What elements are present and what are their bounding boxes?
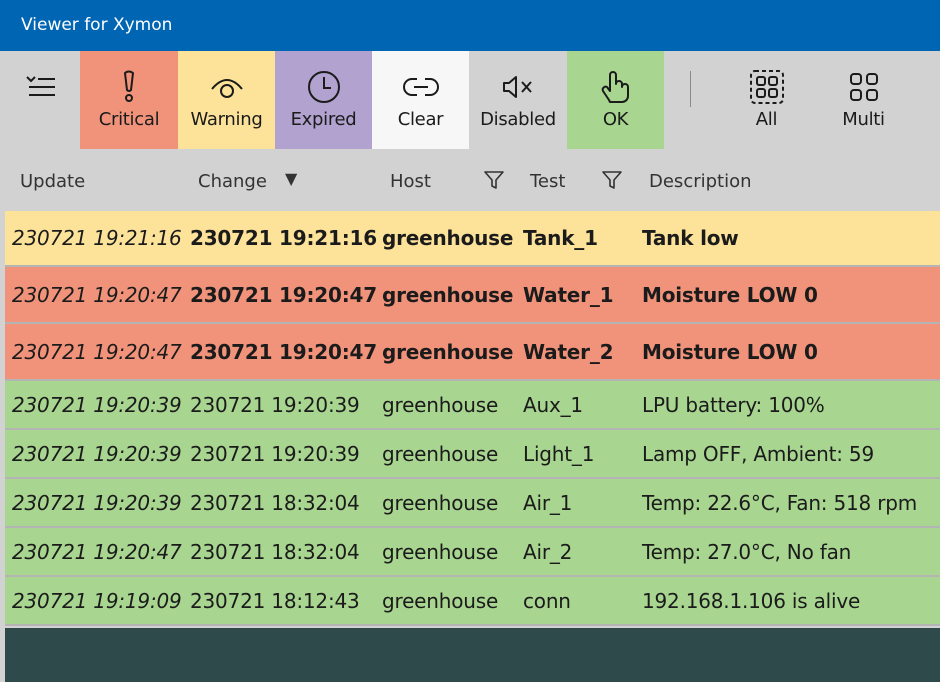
update-cell: 230721 19:21:16 <box>12 226 182 250</box>
toolbar-separator <box>690 71 691 107</box>
disabled-label: Disabled <box>480 109 556 130</box>
update-cell: 230721 19:20:39 <box>12 491 182 515</box>
filter-ok-button[interactable]: OK <box>567 51 664 149</box>
change-cell: 230721 18:32:04 <box>190 491 360 515</box>
description-cell: Moisture LOW 0 <box>642 283 818 307</box>
table-header: Update Change ▼ Host Test Description <box>0 149 940 209</box>
test-filter-icon[interactable] <box>601 169 623 191</box>
change-cell: 230721 19:21:16 <box>190 226 377 250</box>
test-cell: Air_1 <box>523 491 573 515</box>
link-icon <box>402 69 439 105</box>
description-cell: Tank low <box>642 226 739 250</box>
host-cell: greenhouse <box>382 540 499 564</box>
filter-expired-button[interactable]: Expired <box>275 51 372 149</box>
update-cell: 230721 19:19:09 <box>12 589 182 613</box>
host-cell: greenhouse <box>382 442 499 466</box>
title-bar: Viewer for Xymon <box>0 0 940 51</box>
table-row[interactable]: 230721 19:20:47 230721 19:20:47 greenhouse… <box>5 267 940 324</box>
update-cell: 230721 19:20:39 <box>12 393 182 417</box>
grid-dashed-icon <box>749 69 785 105</box>
change-cell: 230721 19:20:39 <box>190 393 360 417</box>
filter-warning-button[interactable]: Warning <box>178 51 275 149</box>
description-cell: LPU battery: 100% <box>642 393 825 417</box>
description-cell: Moisture LOW 0 <box>642 340 818 364</box>
menu-toggle-button[interactable] <box>20 67 60 107</box>
change-cell: 230721 19:20:47 <box>190 283 377 307</box>
sort-descending-icon[interactable]: ▼ <box>285 169 297 188</box>
view-all-button[interactable]: All <box>718 51 815 149</box>
update-cell: 230721 19:20:47 <box>12 540 182 564</box>
exclamation-icon <box>119 69 139 105</box>
all-label: All <box>755 109 778 130</box>
grid-icon <box>848 69 880 105</box>
column-header-test[interactable]: Test <box>530 171 565 192</box>
host-cell: greenhouse <box>382 589 499 613</box>
test-cell: Light_1 <box>523 442 595 466</box>
test-cell: Air_2 <box>523 540 573 564</box>
window-title: Viewer for Xymon <box>21 15 173 35</box>
host-cell: greenhouse <box>382 393 499 417</box>
table-row[interactable]: 230721 19:20:39 230721 18:32:04 greenhouse… <box>5 479 940 528</box>
table-empty-area <box>5 628 940 682</box>
mute-icon <box>500 69 536 105</box>
critical-label: Critical <box>98 109 160 130</box>
column-header-update[interactable]: Update <box>20 171 85 192</box>
table-row[interactable]: 230721 19:20:47 230721 18:32:04 greenhouse… <box>5 528 940 577</box>
update-cell: 230721 19:20:47 <box>12 340 182 364</box>
update-cell: 230721 19:20:39 <box>12 442 182 466</box>
clear-label: Clear <box>397 109 444 130</box>
column-header-description[interactable]: Description <box>649 171 752 192</box>
table-row[interactable]: 230721 19:20:39 230721 19:20:39 greenhouse… <box>5 381 940 430</box>
test-cell: conn <box>523 589 571 613</box>
table-row[interactable]: 230721 19:21:16 230721 19:21:16 greenhouse… <box>5 211 940 267</box>
column-header-change[interactable]: Change <box>198 171 267 192</box>
table-row[interactable]: 230721 19:19:09 230721 18:12:43 greenhouse… <box>5 577 940 626</box>
host-filter-icon[interactable] <box>483 169 505 191</box>
change-cell: 230721 18:12:43 <box>190 589 360 613</box>
change-cell: 230721 19:20:39 <box>190 442 360 466</box>
update-cell: 230721 19:20:47 <box>12 283 182 307</box>
warning-label: Warning <box>190 109 263 130</box>
table-row[interactable]: 230721 19:20:39 230721 19:20:39 greenhouse… <box>5 430 940 479</box>
description-cell: Temp: 27.0°C, No fan <box>642 540 852 564</box>
host-cell: greenhouse <box>382 283 514 307</box>
multi-label: Multi <box>842 109 885 130</box>
host-cell: greenhouse <box>382 491 499 515</box>
table-row[interactable]: 230721 19:20:47 230721 19:20:47 greenhouse… <box>5 324 940 381</box>
thumb-icon <box>600 69 632 105</box>
change-cell: 230721 18:32:04 <box>190 540 360 564</box>
filter-disabled-button[interactable]: Disabled <box>469 51 567 149</box>
description-cell: 192.168.1.106 is alive <box>642 589 861 613</box>
host-cell: greenhouse <box>382 340 514 364</box>
clock-icon <box>306 69 342 105</box>
column-header-host[interactable]: Host <box>390 171 431 192</box>
description-cell: Temp: 22.6°C, Fan: 518 rpm <box>642 491 918 515</box>
expired-label: Expired <box>290 109 357 130</box>
filter-critical-button[interactable]: Critical <box>80 51 178 149</box>
view-multi-button[interactable]: Multi <box>815 51 912 149</box>
filter-clear-button[interactable]: Clear <box>372 51 469 149</box>
change-cell: 230721 19:20:47 <box>190 340 377 364</box>
test-cell: Aux_1 <box>523 393 583 417</box>
hamburger-icon <box>26 76 55 96</box>
test-cell: Water_1 <box>523 283 614 307</box>
ok-label: OK <box>602 109 629 130</box>
toolbar: Critical Warning Expired Clear Disabled … <box>0 51 940 149</box>
host-cell: greenhouse <box>382 226 514 250</box>
test-cell: Tank_1 <box>523 226 598 250</box>
status-table: 230721 19:21:16 230721 19:21:16 greenhouse… <box>5 211 940 626</box>
test-cell: Water_2 <box>523 340 614 364</box>
eye-icon <box>209 69 245 105</box>
description-cell: Lamp OFF, Ambient: 59 <box>642 442 874 466</box>
